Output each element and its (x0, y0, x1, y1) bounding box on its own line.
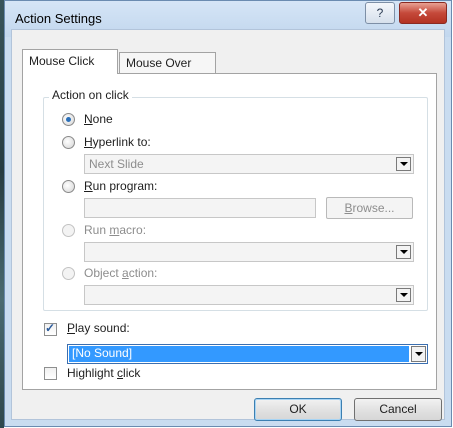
browse-button[interactable]: Browse... (326, 197, 413, 219)
sound-value: [No Sound] (72, 346, 133, 360)
run-macro-label[interactable]: Run macro: (84, 223, 146, 237)
none-label[interactable]: None (84, 112, 113, 126)
object-action-dropdown[interactable] (84, 285, 414, 305)
run-program-radio[interactable] (62, 180, 75, 193)
tab-label: Mouse Click (29, 54, 95, 68)
help-icon: ? (376, 6, 384, 20)
sound-dropdown[interactable]: [No Sound] (67, 344, 428, 364)
play-sound-label[interactable]: Play sound: (67, 321, 130, 335)
tab-mouse-over[interactable]: Mouse Over (119, 52, 216, 74)
object-action-label[interactable]: Object action: (84, 266, 157, 280)
chevron-down-icon[interactable] (396, 245, 411, 259)
action-group-label: Action on click (49, 88, 132, 102)
highlight-click-checkbox[interactable] (44, 367, 57, 380)
close-button[interactable]: ✕ (399, 2, 447, 24)
dialog-title: Action Settings (15, 11, 102, 26)
highlight-click-label[interactable]: Highlight click (67, 366, 140, 380)
cancel-button[interactable]: Cancel (354, 398, 442, 421)
object-action-radio[interactable] (62, 267, 75, 280)
none-radio[interactable] (62, 113, 75, 126)
tab-label: Mouse Over (126, 56, 192, 70)
chevron-down-icon[interactable] (396, 157, 411, 171)
play-sound-checkbox[interactable] (44, 321, 57, 336)
chevron-down-icon[interactable] (411, 346, 426, 362)
ok-button[interactable]: OK (254, 398, 342, 421)
run-macro-radio[interactable] (62, 224, 75, 237)
hyperlink-value: Next Slide (89, 157, 144, 171)
hyperlink-radio[interactable] (62, 136, 75, 149)
run-program-label[interactable]: Run program: (84, 179, 157, 193)
program-path-input[interactable] (84, 198, 316, 218)
tab-mouse-click[interactable]: Mouse Click (22, 49, 118, 74)
macro-dropdown[interactable] (84, 242, 414, 262)
chevron-down-icon[interactable] (396, 288, 411, 302)
hyperlink-label[interactable]: Hyperlink to: (84, 135, 151, 149)
help-button[interactable]: ? (365, 2, 395, 24)
hyperlink-dropdown[interactable]: Next Slide (84, 154, 414, 174)
close-icon: ✕ (417, 5, 429, 20)
